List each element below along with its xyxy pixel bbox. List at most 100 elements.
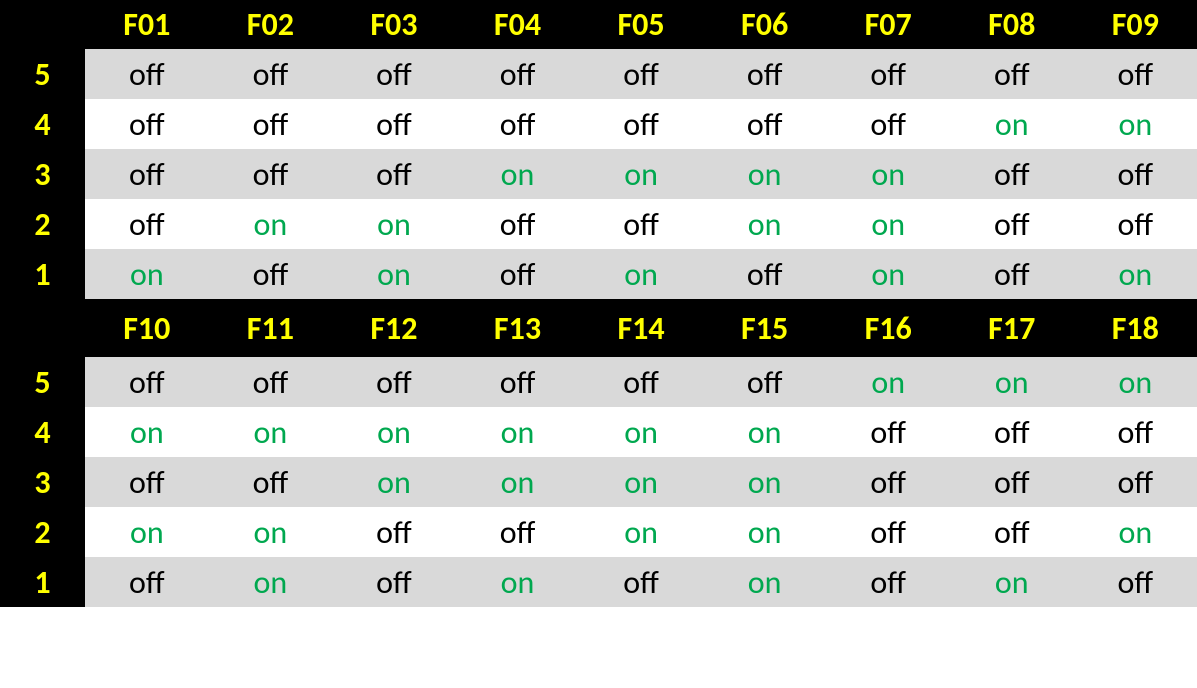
cell-off: off [332,513,456,552]
table-group-1: F10 F11 F12 F13 F14 F15 F16 F17 F18 5 of… [0,299,1197,607]
cell-off: off [209,363,333,402]
cell-on: on [703,205,827,244]
column-header: F06 [703,5,827,44]
cell-off: off [826,463,950,502]
cell-off: off [456,513,580,552]
cell-on: on [85,255,209,294]
cell-on: on [332,463,456,502]
cell-off: off [950,255,1074,294]
cell-on: on [209,513,333,552]
column-header: F12 [332,309,456,348]
cell-off: off [950,155,1074,194]
row-label: 2 [0,199,85,249]
cell-on: on [456,463,580,502]
cell-on: on [826,155,950,194]
header-row-1: F10 F11 F12 F13 F14 F15 F16 F17 F18 [0,299,1197,357]
table-row: 5 off off off off off off on on on [0,357,1197,407]
cell-on: on [950,105,1074,144]
cell-on: on [579,413,703,452]
column-header: F03 [332,5,456,44]
cell-off: off [456,363,580,402]
cell-off: off [1074,413,1197,452]
cell-on: on [332,413,456,452]
cell-off: off [1074,55,1197,94]
row-label: 3 [0,457,85,507]
cell-on: on [85,513,209,552]
cell-off: off [703,363,827,402]
table-group-0: F01 F02 F03 F04 F05 F06 F07 F08 F09 5 of… [0,0,1197,299]
row-label: 5 [0,49,85,99]
cell-off: off [1074,563,1197,602]
column-header: F11 [209,309,333,348]
cell-off: off [85,463,209,502]
cell-off: off [85,363,209,402]
cell-on: on [209,205,333,244]
cell-on: on [579,255,703,294]
cell-off: off [456,255,580,294]
cell-on: on [579,513,703,552]
cell-on: on [703,563,827,602]
column-header: F02 [209,5,333,44]
cell-off: off [1074,205,1197,244]
cell-off: off [950,413,1074,452]
cell-off: off [703,255,827,294]
row-label: 1 [0,249,85,299]
cell-off: off [703,105,827,144]
cell-off: off [579,563,703,602]
column-header: F09 [1074,5,1197,44]
table-row: 4 on on on on on on off off off [0,407,1197,457]
cell-off: off [456,55,580,94]
row-label: 4 [0,407,85,457]
cell-off: off [1074,155,1197,194]
header-row-0: F01 F02 F03 F04 F05 F06 F07 F08 F09 [0,0,1197,49]
cell-off: off [826,563,950,602]
cell-off: off [1074,463,1197,502]
cell-off: off [209,255,333,294]
cell-on: on [456,155,580,194]
cell-off: off [579,205,703,244]
cell-on: on [579,155,703,194]
column-header: F07 [826,5,950,44]
cell-on: on [332,205,456,244]
column-header: F14 [579,309,703,348]
cell-on: on [579,463,703,502]
cell-off: off [826,513,950,552]
cell-off: off [826,105,950,144]
table-row: 3 off off on on on on off off off [0,457,1197,507]
cell-off: off [579,105,703,144]
cell-on: on [85,413,209,452]
cell-off: off [85,105,209,144]
cell-on: on [826,255,950,294]
cell-off: off [85,205,209,244]
cell-off: off [85,563,209,602]
cell-off: off [332,55,456,94]
table-row: 3 off off off on on on on off off [0,149,1197,199]
cell-on: on [456,413,580,452]
cell-on: on [826,363,950,402]
cell-on: on [703,413,827,452]
cell-off: off [332,105,456,144]
table-row: 5 off off off off off off off off off [0,49,1197,99]
row-label: 1 [0,557,85,607]
cell-off: off [950,463,1074,502]
cell-off: off [950,513,1074,552]
cell-off: off [85,155,209,194]
column-header: F18 [1074,309,1197,348]
cell-on: on [950,363,1074,402]
cell-on: on [209,413,333,452]
row-label: 4 [0,99,85,149]
column-header: F10 [85,309,209,348]
cell-off: off [209,105,333,144]
cell-on: on [332,255,456,294]
column-header: F16 [826,309,950,348]
cell-on: on [1074,513,1197,552]
cell-off: off [209,155,333,194]
column-header: F01 [85,5,209,44]
cell-off: off [456,105,580,144]
cell-off: off [826,413,950,452]
cell-on: on [703,513,827,552]
column-header: F15 [703,309,827,348]
table-row: 1 off on off on off on off on off [0,557,1197,607]
cell-off: off [950,55,1074,94]
cell-off: off [332,563,456,602]
